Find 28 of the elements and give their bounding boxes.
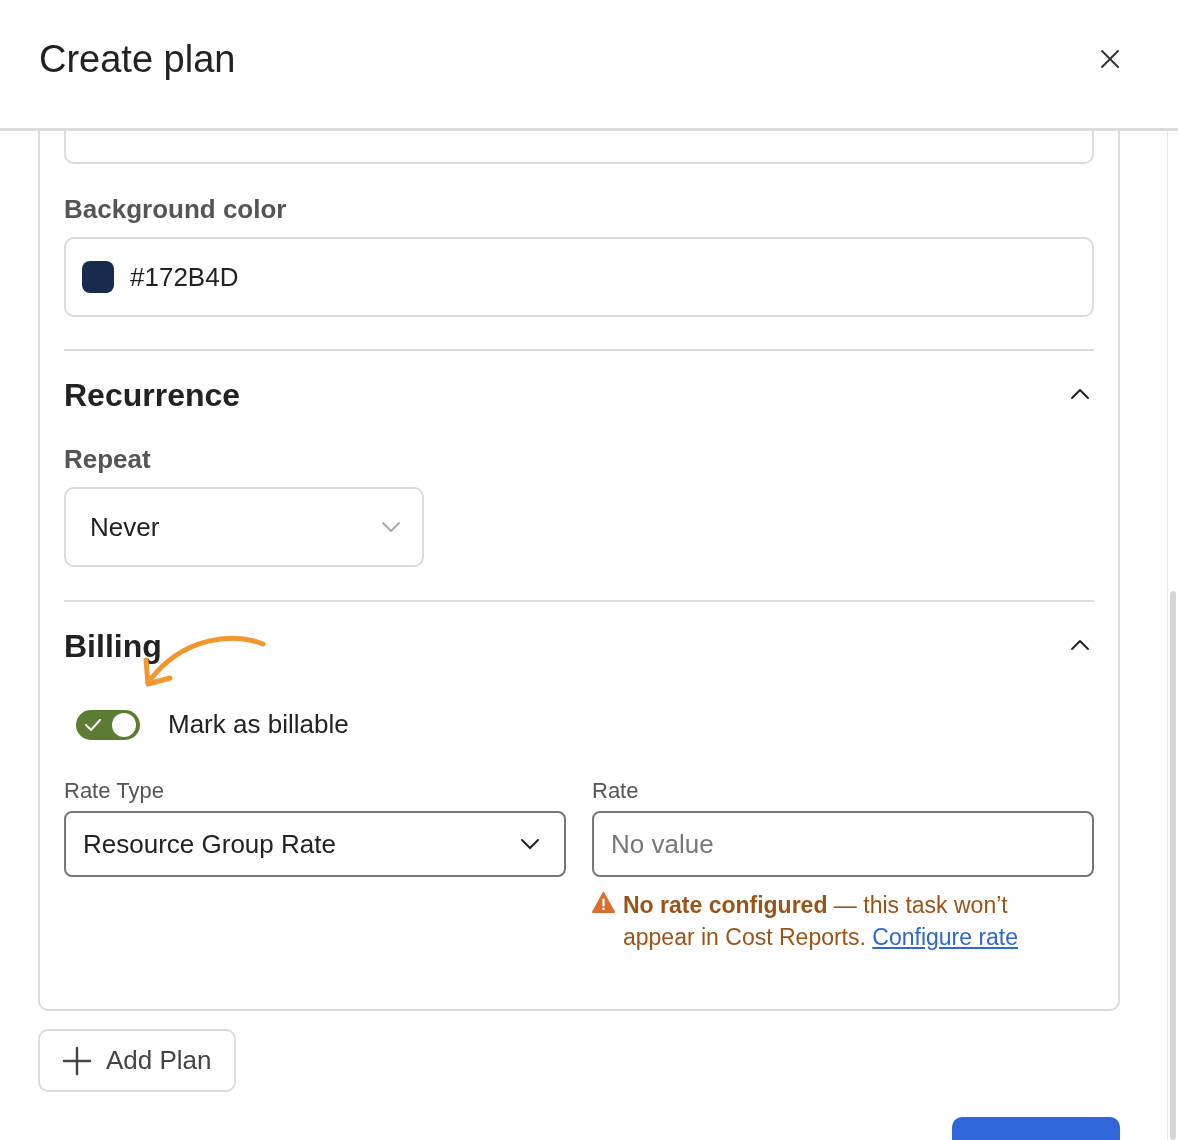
field-label: Background color	[64, 194, 288, 225]
field-label: Repeat	[64, 444, 152, 475]
warning-icon	[592, 892, 615, 913]
billable-toggle[interactable]	[76, 709, 140, 740]
chevron-down-icon	[520, 838, 540, 850]
chevron-icon[interactable]	[1070, 387, 1090, 400]
check-icon	[85, 718, 101, 731]
chevron-down-icon	[382, 522, 400, 532]
section-title: Billing	[64, 628, 162, 665]
dialog-title: Create plan	[39, 37, 236, 82]
toggle-label: Mark as billable	[168, 709, 349, 740]
rate-type-select[interactable]: Resource Group Rate	[64, 811, 566, 877]
warning-message: No rate configured — this task won’t appear in Cost Reports. Configure rate	[623, 891, 1020, 952]
chevron-icon[interactable]	[1070, 638, 1090, 651]
color-field[interactable]: #172B4D	[64, 237, 1094, 317]
configure-rate-link[interactable]: Configure rate	[872, 924, 1019, 950]
add-plan-button[interactable]: Add Plan	[38, 1029, 236, 1092]
scrollbar[interactable]	[1167, 131, 1178, 1140]
field-label: Rate	[592, 778, 640, 804]
clients-field[interactable]	[64, 131, 1094, 164]
field-label: Rate Type	[64, 778, 165, 804]
section-title: Recurrence	[64, 377, 241, 414]
repeat-select[interactable]: Never	[64, 487, 424, 567]
color-swatch	[82, 261, 114, 293]
plus-icon	[62, 1045, 92, 1076]
color-value: #172B4D	[130, 261, 239, 293]
rate-input[interactable]: No value	[592, 811, 1094, 877]
close-icon[interactable]	[1100, 49, 1120, 69]
